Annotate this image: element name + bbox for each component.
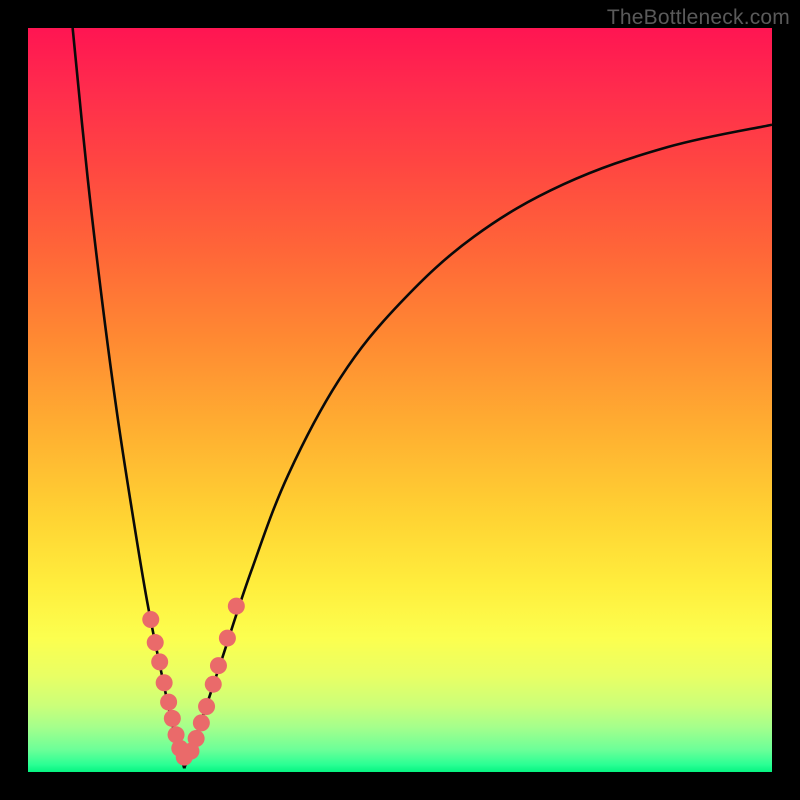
data-point (142, 611, 159, 628)
data-points (142, 598, 245, 766)
data-point (193, 714, 210, 731)
right-branch-curve (184, 125, 772, 769)
chart-svg (28, 28, 772, 772)
data-point (205, 676, 222, 693)
data-point (219, 630, 236, 647)
data-point (147, 634, 164, 651)
data-point (151, 653, 168, 670)
outer-frame: TheBottleneck.com (0, 0, 800, 800)
data-point (164, 710, 181, 727)
data-point (188, 730, 205, 747)
left-branch-curve (73, 28, 185, 768)
data-point (228, 598, 245, 615)
data-point (198, 698, 215, 715)
data-point (210, 657, 227, 674)
data-point (160, 694, 177, 711)
plot-area (28, 28, 772, 772)
watermark-label: TheBottleneck.com (607, 6, 790, 30)
data-point (156, 674, 173, 691)
